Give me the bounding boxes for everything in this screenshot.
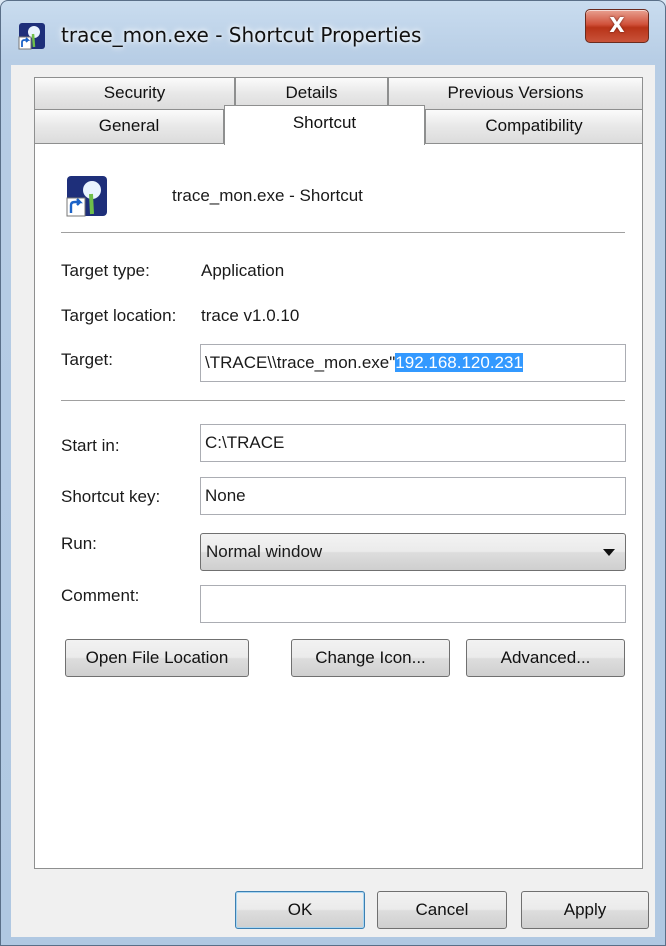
window-title: trace_mon.exe - Shortcut Properties	[61, 23, 422, 47]
comment-label: Comment:	[61, 586, 140, 605]
tab-label: Compatibility	[485, 116, 583, 135]
title-bar[interactable]: trace_mon.exe - Shortcut Properties X	[1, 1, 665, 65]
tab-compatibility[interactable]: Compatibility	[425, 109, 643, 143]
target-input[interactable]: \TRACE\\trace_mon.exe"192.168.120.231	[200, 344, 626, 382]
target-type-value: Application	[201, 261, 285, 280]
tab-label: Security	[103, 83, 166, 102]
cancel-button[interactable]: Cancel	[377, 891, 507, 929]
tab-label: Details	[285, 83, 338, 102]
close-icon: X	[609, 13, 625, 37]
tab-previous-versions[interactable]: Previous Versions	[388, 77, 643, 109]
shortcut-key-text: None	[205, 486, 246, 505]
shortcut-key-label: Shortcut key:	[61, 487, 161, 506]
run-selected-value: Normal window	[206, 542, 323, 561]
run-select[interactable]: Normal window	[200, 533, 626, 571]
tab-label: General	[98, 116, 160, 135]
separator	[61, 232, 625, 234]
start-in-input[interactable]: C:\TRACE	[200, 424, 626, 462]
tab-security[interactable]: Security	[34, 77, 235, 109]
dialog-client-area: Security Details Previous Versions Gener…	[11, 65, 655, 937]
open-file-location-button[interactable]: Open File Location	[65, 639, 249, 677]
tab-label: Shortcut	[292, 113, 357, 132]
start-in-label: Start in:	[61, 436, 120, 455]
close-button[interactable]: X	[585, 9, 649, 43]
advanced-button[interactable]: Advanced...	[466, 639, 625, 677]
button-label: Change Icon...	[315, 648, 426, 667]
tab-general[interactable]: General	[34, 109, 224, 143]
shortcut-app-icon	[66, 176, 107, 217]
dropdown-arrow-icon	[603, 549, 615, 556]
shortcut-name: trace_mon.exe - Shortcut	[172, 186, 363, 205]
shortcut-app-icon	[18, 23, 45, 50]
tab-shortcut[interactable]: Shortcut	[224, 105, 425, 145]
button-label: OK	[287, 900, 313, 919]
run-label: Run:	[61, 534, 97, 553]
separator	[61, 400, 625, 402]
shortcut-tab-panel: trace_mon.exe - Shortcut Target type: Ap…	[34, 143, 643, 869]
change-icon-button[interactable]: Change Icon...	[291, 639, 450, 677]
tab-label: Previous Versions	[447, 83, 584, 102]
button-label: Open File Location	[85, 648, 229, 667]
target-location-label: Target location:	[61, 306, 177, 325]
target-selected-text: 192.168.120.231	[395, 353, 523, 372]
shortcut-key-input[interactable]: None	[200, 477, 626, 515]
target-label: Target:	[61, 350, 113, 369]
comment-input[interactable]	[200, 585, 626, 623]
properties-window: trace_mon.exe - Shortcut Properties X Se…	[0, 0, 666, 946]
button-label: Apply	[563, 900, 607, 919]
start-in-text: C:\TRACE	[205, 433, 285, 452]
target-location-value: trace v1.0.10	[201, 306, 300, 325]
target-type-label: Target type:	[61, 261, 150, 280]
ok-button[interactable]: OK	[235, 891, 365, 929]
target-text: \TRACE\\trace_mon.exe"	[205, 353, 396, 372]
button-label: Cancel	[415, 900, 469, 919]
apply-button[interactable]: Apply	[521, 891, 649, 929]
button-label: Advanced...	[500, 648, 591, 667]
